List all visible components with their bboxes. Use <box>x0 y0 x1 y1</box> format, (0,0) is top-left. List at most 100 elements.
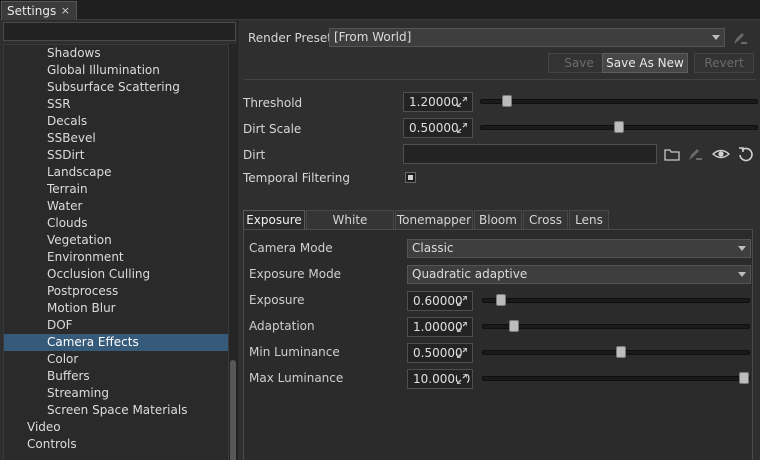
tree-scrollbar[interactable] <box>229 44 237 460</box>
tab-tonemapper[interactable]: Tonemapper <box>395 210 473 230</box>
tab-bloom[interactable]: Bloom <box>474 210 522 230</box>
dirt-scale-value: 0.50000 <box>409 121 459 135</box>
tree-item[interactable]: SSDirt <box>4 147 228 164</box>
threshold-slider[interactable] <box>480 95 758 107</box>
tree-item[interactable]: Subsurface Scattering <box>4 79 228 96</box>
tree-item[interactable]: Landscape <box>4 164 228 181</box>
check-mark-icon <box>408 175 413 180</box>
tree-item[interactable]: Vegetation <box>4 232 228 249</box>
eye-icon[interactable] <box>712 145 730 163</box>
save-as-new-button[interactable]: Save As New <box>602 53 688 73</box>
min-luminance-input[interactable]: 0.50000 <box>407 343 473 363</box>
exposure-slider-handle[interactable] <box>496 294 506 306</box>
max-luminance-input[interactable]: 10.00000 <box>407 369 473 389</box>
exposure-mode-value: Quadratic adaptive <box>412 267 528 281</box>
folder-icon[interactable] <box>663 145 681 163</box>
window-tab-strip: Settings × <box>0 0 760 20</box>
tree-item[interactable]: Controls <box>4 436 228 453</box>
tree-item[interactable]: Water <box>4 198 228 215</box>
tree-item[interactable]: SSBevel <box>4 130 228 147</box>
tree-item[interactable]: Postprocess <box>4 283 228 300</box>
tree-item[interactable]: Screen Space Materials <box>4 402 228 419</box>
exposure-mode-dropdown[interactable]: Quadratic adaptive <box>407 265 751 284</box>
reset-icon[interactable] <box>737 145 755 163</box>
threshold-label: Threshold <box>243 96 303 110</box>
tree-item[interactable]: Streaming <box>4 385 228 402</box>
tree-item[interactable]: Buffers <box>4 368 228 385</box>
dirt-scale-label: Dirt Scale <box>243 122 302 136</box>
exposure-label: Exposure <box>249 293 305 307</box>
tree-item[interactable]: Motion Blur <box>4 300 228 317</box>
revert-button[interactable]: Revert <box>694 53 754 73</box>
tree-item[interactable]: Decals <box>4 113 228 130</box>
camera-mode-dropdown[interactable]: Classic <box>407 239 751 258</box>
tree-item[interactable]: DOF <box>4 317 228 334</box>
tab-lens[interactable]: Lens <box>569 210 609 230</box>
render-preset-dropdown[interactable]: [From World] <box>329 28 725 47</box>
adaptation-input[interactable]: 1.00000 <box>407 317 473 337</box>
render-preset-label: Render Preset: <box>248 31 336 45</box>
max-luminance-slider[interactable] <box>482 372 750 384</box>
tree-item[interactable]: Global Illumination <box>4 62 228 79</box>
temporal-filtering-label: Temporal Filtering <box>243 171 351 185</box>
expand-icon[interactable] <box>457 97 467 107</box>
tree-item[interactable]: Environment <box>4 249 228 266</box>
exposure-tab-panel: Camera Mode Classic Exposure Mode Quadra… <box>243 229 753 460</box>
close-icon[interactable]: × <box>61 4 70 17</box>
settings-content: Render Preset: [From World] Save Save As… <box>237 20 760 460</box>
dirt-label: Dirt <box>243 148 266 162</box>
tree-item[interactable]: Clouds <box>4 215 228 232</box>
min-luminance-slider-handle[interactable] <box>616 346 626 358</box>
tree-item[interactable]: Occlusion Culling <box>4 266 228 283</box>
tree-item[interactable]: Color <box>4 351 228 368</box>
tab-cross[interactable]: Cross <box>523 210 568 230</box>
min-luminance-slider[interactable] <box>482 346 750 358</box>
tree-search-input[interactable] <box>3 22 236 41</box>
tree-item[interactable]: Video <box>4 419 228 436</box>
exposure-input[interactable]: 0.60000 <box>407 291 473 311</box>
edit-icon[interactable] <box>731 29 749 47</box>
exposure-value: 0.60000 <box>413 294 463 308</box>
temporal-filtering-checkbox[interactable] <box>405 172 416 183</box>
max-luminance-label: Max Luminance <box>249 371 344 385</box>
expand-icon[interactable] <box>457 348 467 358</box>
adaptation-slider-handle[interactable] <box>509 320 519 332</box>
settings-tree: Shadows Global Illumination Subsurface Sca… <box>3 44 229 460</box>
camera-mode-label: Camera Mode <box>249 241 333 255</box>
adaptation-slider[interactable] <box>482 320 750 332</box>
divider <box>244 79 756 80</box>
settings-sidebar: Shadows Global Illumination Subsurface Sca… <box>0 20 237 460</box>
tree-item[interactable]: Camera Effects <box>4 334 228 351</box>
tree-item[interactable]: SSR <box>4 96 228 113</box>
dirt-scale-input[interactable]: 0.50000 <box>403 118 473 138</box>
min-luminance-value: 0.50000 <box>413 346 463 360</box>
threshold-input[interactable]: 1.20000 <box>403 92 473 112</box>
expand-icon[interactable] <box>457 322 467 332</box>
tree-scrollbar-thumb[interactable] <box>230 360 236 460</box>
camera-mode-value: Classic <box>412 241 454 255</box>
tab-exposure[interactable]: Exposure <box>243 210 305 230</box>
save-button[interactable]: Save <box>548 53 610 73</box>
threshold-value: 1.20000 <box>409 95 459 109</box>
settings-window-tab[interactable]: Settings × <box>1 1 77 20</box>
dirt-scale-slider[interactable] <box>480 121 758 133</box>
exposure-slider[interactable] <box>482 294 750 306</box>
tab-white-balance[interactable]: White Balance <box>306 210 394 245</box>
exposure-mode-label: Exposure Mode <box>249 267 342 281</box>
settings-tab-title: Settings <box>7 4 57 18</box>
chevron-down-icon <box>738 246 746 251</box>
tree-item[interactable]: Terrain <box>4 181 228 198</box>
dirt-scale-slider-handle[interactable] <box>614 121 624 133</box>
edit-icon[interactable] <box>686 145 704 163</box>
dirt-texture-field[interactable] <box>403 144 657 164</box>
max-luminance-slider-handle[interactable] <box>739 372 749 384</box>
chevron-down-icon <box>738 272 746 277</box>
expand-icon[interactable] <box>457 123 467 133</box>
expand-icon[interactable] <box>457 296 467 306</box>
expand-icon[interactable] <box>457 374 467 384</box>
adaptation-label: Adaptation <box>249 319 315 333</box>
tree-item[interactable]: Shadows <box>4 45 228 62</box>
min-luminance-label: Min Luminance <box>249 345 340 359</box>
render-preset-value: [From World] <box>334 30 412 44</box>
threshold-slider-handle[interactable] <box>502 95 512 107</box>
